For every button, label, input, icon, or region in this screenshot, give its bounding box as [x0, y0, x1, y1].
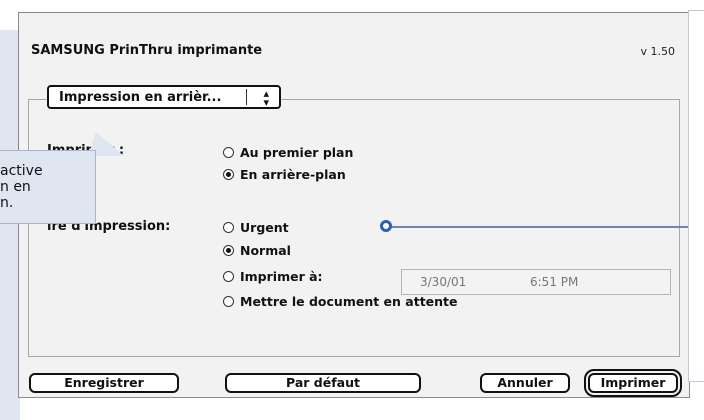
cancel-button[interactable]: Annuler: [480, 373, 570, 393]
annotation-leader-line: [388, 226, 688, 228]
radio-button-icon: [223, 147, 234, 158]
annotation-pointer-icon: [380, 220, 392, 232]
version-label: v 1.50: [640, 45, 676, 58]
radio-foreground-label: Au premier plan: [240, 145, 354, 160]
radio-hold-label: Mettre le document en attente: [240, 294, 458, 309]
popup-divider: [246, 89, 247, 105]
callout-line-3: n.: [0, 195, 14, 211]
radio-urgent-label: Urgent: [240, 220, 289, 235]
callout-line-2: n en: [0, 179, 31, 195]
panel-select-popup[interactable]: Impression en arrièr... ▴ ▾: [47, 85, 281, 109]
radio-button-icon: [223, 271, 234, 282]
callout-bubble: active n en n.: [0, 150, 96, 224]
schedule-date: 3/30/01: [420, 275, 467, 289]
radio-normal[interactable]: Normal: [223, 243, 291, 258]
radio-normal-label: Normal: [240, 243, 291, 258]
save-button[interactable]: Enregistrer: [29, 373, 179, 393]
schedule-datetime-field[interactable]: 3/30/01 6:51 PM: [401, 269, 671, 295]
left-margin-band: [0, 30, 20, 420]
radio-print-at-label: Imprimer à:: [240, 269, 323, 284]
dialog-title: SAMSUNG PrinThru imprimante: [31, 43, 263, 58]
up-down-arrows-icon: ▴ ▾: [263, 87, 269, 109]
radio-print-at[interactable]: Imprimer à:: [223, 269, 323, 284]
schedule-time: 6:51 PM: [530, 275, 579, 289]
radio-button-selected-icon: [223, 245, 234, 256]
radio-button-selected-icon: [223, 169, 234, 180]
default-button[interactable]: Par défaut: [225, 373, 421, 393]
radio-urgent[interactable]: Urgent: [223, 220, 289, 235]
radio-foreground[interactable]: Au premier plan: [223, 145, 353, 160]
panel-select-label: Impression en arrièr...: [59, 90, 222, 105]
radio-button-icon: [223, 296, 234, 307]
radio-background[interactable]: En arrière-plan: [223, 167, 346, 182]
callout-line-1: active: [0, 163, 43, 179]
print-button[interactable]: Imprimer: [584, 369, 682, 397]
print-dialog: SAMSUNG PrinThru imprimante v 1.50 Impre…: [18, 12, 690, 398]
radio-background-label: En arrière-plan: [240, 167, 346, 182]
radio-button-icon: [223, 222, 234, 233]
radio-hold[interactable]: Mettre le document en attente: [223, 294, 458, 309]
annotation-panel: [688, 10, 704, 382]
